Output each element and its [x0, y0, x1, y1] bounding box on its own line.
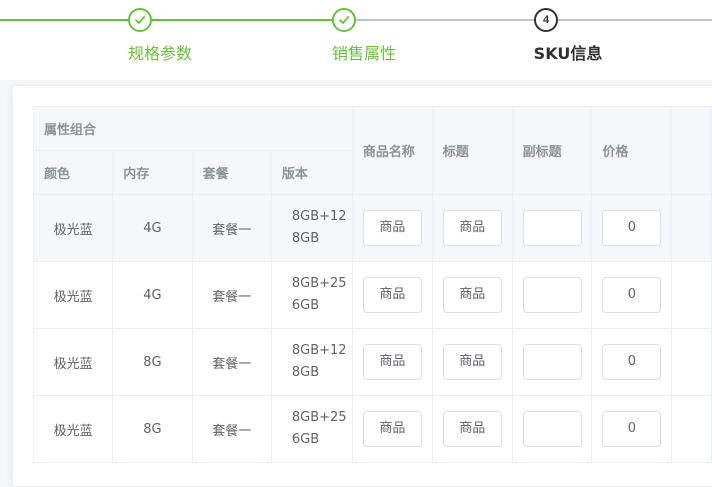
cell-title: 商品: [431, 395, 513, 463]
cell-subtitle: [511, 395, 593, 463]
name-input[interactable]: 商品: [362, 277, 422, 313]
cell-package: 套餐一: [191, 328, 272, 396]
title-input[interactable]: 商品: [442, 344, 502, 380]
version-text: 8GB+256GB: [291, 410, 347, 447]
version-text: 8GB+256GB: [291, 276, 347, 313]
cell-memory: 4G: [112, 194, 193, 262]
step-connector: [0, 19, 128, 21]
cell-price: 0: [591, 395, 673, 463]
col-header-name: 商品名称: [351, 106, 433, 195]
cell-extra: [671, 194, 712, 262]
subtitle-input[interactable]: [522, 210, 582, 246]
col-header-color: 颜色: [32, 150, 114, 195]
table-row[interactable]: 极光蓝 4G 套餐一 8GB+256GB 商品 商品 0: [32, 261, 712, 329]
cell-version: 8GB+128GB: [270, 328, 353, 396]
step-number: 4: [542, 14, 550, 26]
table-row[interactable]: 极光蓝 4G 套餐一 8GB+128GB 商品 商品 0: [32, 194, 712, 262]
step-connector: [558, 19, 712, 21]
step-title-specs[interactable]: 规格参数: [128, 40, 192, 64]
step-1-check-icon: [128, 8, 152, 32]
cell-name: 商品: [351, 395, 433, 463]
cell-price: 0: [591, 261, 673, 329]
col-header-package: 套餐: [191, 150, 272, 195]
cell-version: 8GB+256GB: [270, 395, 353, 463]
cell-title: 商品: [431, 194, 513, 262]
table-row[interactable]: 极光蓝 8G 套餐一 8GB+256GB 商品 商品 0: [32, 395, 712, 463]
name-input[interactable]: 商品: [362, 344, 422, 380]
name-input[interactable]: 商品: [362, 411, 422, 447]
cell-color: 极光蓝: [32, 194, 114, 262]
attr-group-header: 属性组合: [33, 106, 353, 151]
cell-name: 商品: [351, 194, 433, 262]
cell-package: 套餐一: [191, 194, 272, 262]
check-icon: [135, 16, 146, 24]
cell-color: 极光蓝: [32, 395, 114, 463]
steps-bar: 4 规格参数 销售属性 SKU信息: [0, 0, 712, 80]
name-input[interactable]: 商品: [362, 210, 422, 246]
title-input[interactable]: 商品: [442, 277, 502, 313]
cell-title: 商品: [431, 261, 513, 329]
col-header-extra: [671, 106, 712, 195]
cell-extra: [671, 261, 712, 329]
col-header-version: 版本: [270, 150, 353, 195]
version-text: 8GB+128GB: [291, 343, 347, 380]
cell-subtitle: [511, 194, 593, 262]
col-header-subtitle: 副标题: [511, 106, 593, 195]
step-title-sales-attrs[interactable]: 销售属性: [332, 40, 396, 64]
cell-extra: [671, 395, 712, 463]
check-icon: [339, 16, 350, 24]
step-title-sku-info[interactable]: SKU信息: [534, 40, 603, 64]
step-3-number-icon: 4: [534, 8, 558, 32]
cell-subtitle: [511, 328, 593, 396]
col-header-title: 标题: [431, 106, 513, 195]
cell-color: 极光蓝: [32, 261, 114, 329]
price-input[interactable]: 0: [602, 344, 662, 380]
price-input[interactable]: 0: [602, 411, 662, 447]
cell-package: 套餐一: [191, 395, 272, 463]
table-header-row: 属性组合 商品名称 标题 副标题 价格: [33, 106, 712, 195]
cell-memory: 4G: [112, 261, 193, 329]
col-header-memory: 内存: [112, 150, 193, 195]
cell-extra: [671, 328, 712, 396]
price-input[interactable]: 0: [602, 277, 662, 313]
subtitle-input[interactable]: [522, 277, 582, 313]
cell-version: 8GB+128GB: [270, 194, 353, 262]
step-2-check-icon: [332, 8, 356, 32]
title-input[interactable]: 商品: [442, 210, 502, 246]
step-connector: [152, 19, 332, 21]
version-text: 8GB+128GB: [291, 209, 347, 246]
cell-subtitle: [511, 261, 593, 329]
cell-title: 商品: [431, 328, 513, 396]
cell-price: 0: [591, 328, 673, 396]
cell-version: 8GB+256GB: [270, 261, 353, 329]
table-row[interactable]: 极光蓝 8G 套餐一 8GB+128GB 商品 商品 0: [32, 328, 712, 396]
price-input[interactable]: 0: [602, 210, 662, 246]
cell-color: 极光蓝: [32, 328, 114, 396]
title-input[interactable]: 商品: [442, 411, 502, 447]
subtitle-input[interactable]: [522, 411, 582, 447]
subtitle-input[interactable]: [522, 344, 582, 380]
step-connector: [356, 19, 534, 21]
cell-name: 商品: [351, 261, 433, 329]
cell-memory: 8G: [112, 395, 193, 463]
cell-package: 套餐一: [191, 261, 272, 329]
cell-price: 0: [591, 194, 673, 262]
sku-table: 属性组合 商品名称 标题 副标题 价格 颜色 内存 套餐 版本 极光蓝 4G 套…: [32, 106, 712, 463]
cell-name: 商品: [351, 328, 433, 396]
col-header-price: 价格: [591, 106, 673, 195]
cell-memory: 8G: [112, 328, 193, 396]
